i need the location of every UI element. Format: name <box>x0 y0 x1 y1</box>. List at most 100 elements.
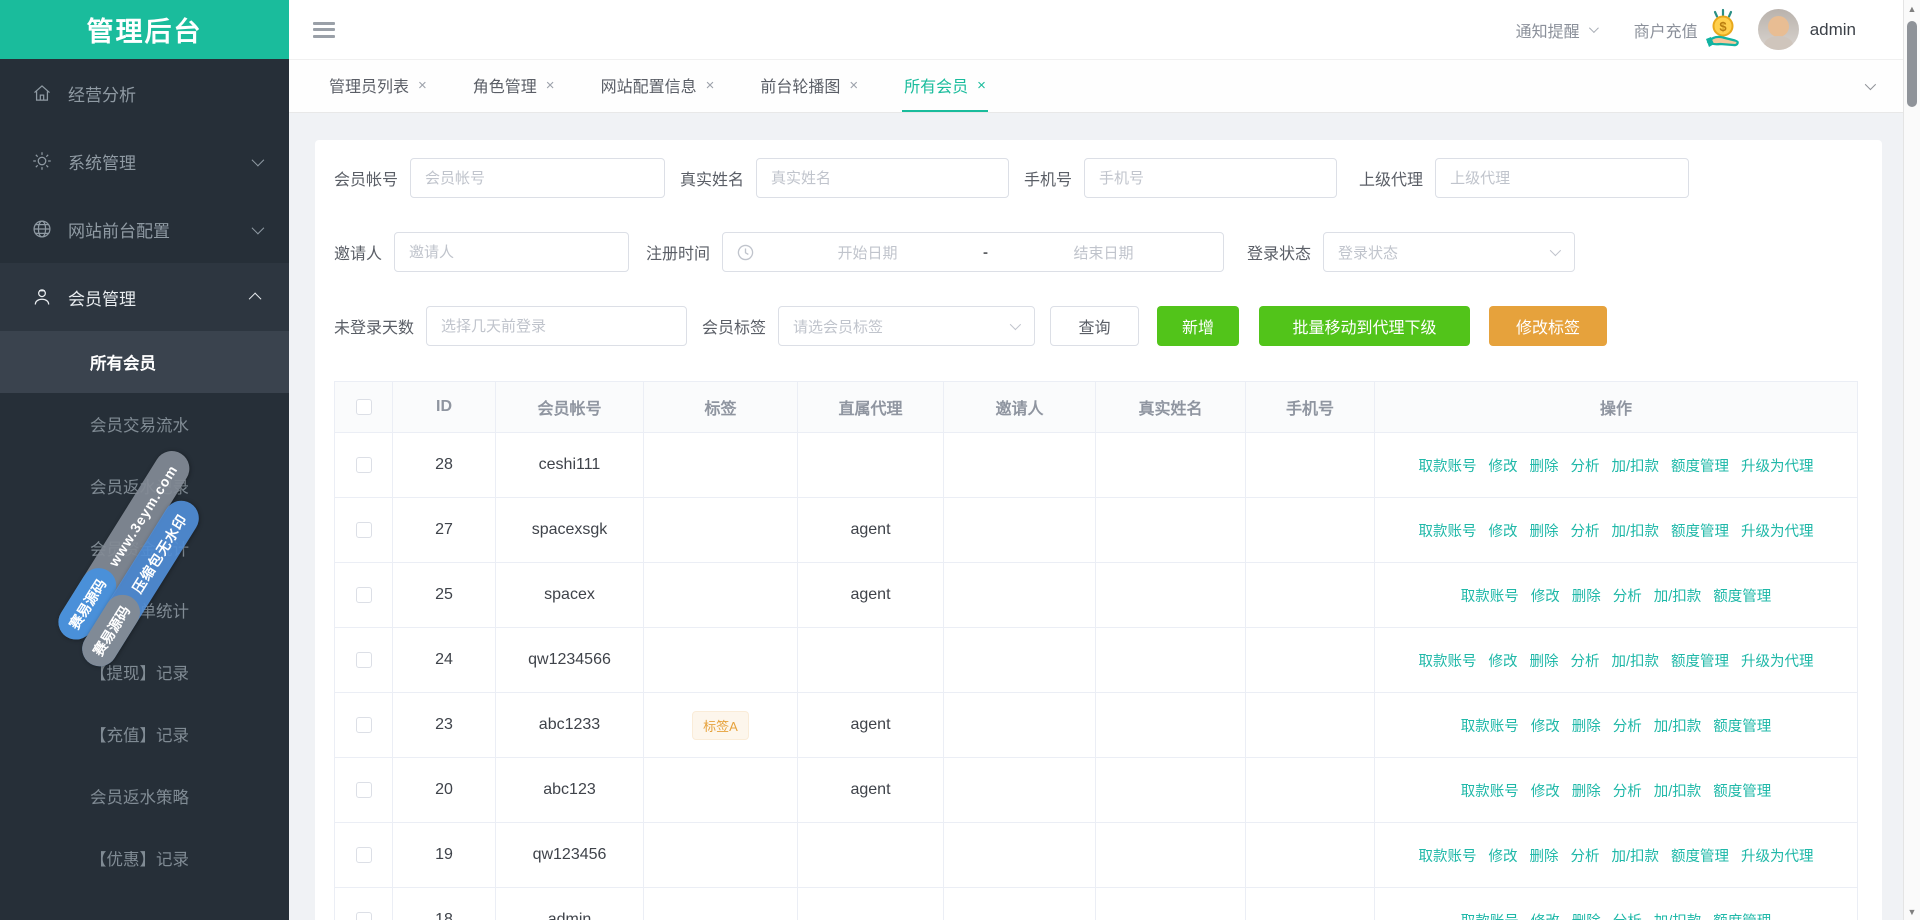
row-checkbox[interactable] <box>356 717 372 733</box>
row-action-link[interactable]: 加/扣款 <box>1611 654 1659 670</box>
row-action-link[interactable]: 加/扣款 <box>1654 784 1702 800</box>
sidebar-subitem[interactable]: 会员返水策略 <box>0 765 289 827</box>
row-action-link[interactable]: 分析 <box>1570 524 1599 540</box>
row-checkbox[interactable] <box>356 782 372 798</box>
real-name-input[interactable] <box>756 158 1009 198</box>
row-action-link[interactable]: 升级为代理 <box>1741 524 1814 540</box>
phone-input[interactable] <box>1084 158 1337 198</box>
row-action-link[interactable]: 额度管理 <box>1671 524 1729 540</box>
row-action-link[interactable]: 删除 <box>1529 654 1558 670</box>
sidebar-toggle-icon[interactable] <box>313 22 335 38</box>
row-action-link[interactable]: 取款账号 <box>1461 784 1519 800</box>
inviter-input[interactable] <box>394 232 629 272</box>
row-action-link[interactable]: 加/扣款 <box>1611 524 1659 540</box>
username-label[interactable]: admin <box>1810 20 1856 40</box>
parent-agent-input[interactable] <box>1435 158 1689 198</box>
row-action-link[interactable]: 额度管理 <box>1671 849 1729 865</box>
row-action-link[interactable]: 升级为代理 <box>1741 654 1814 670</box>
row-action-link[interactable]: 修改 <box>1488 524 1517 540</box>
row-action-link[interactable]: 升级为代理 <box>1741 459 1814 475</box>
row-checkbox[interactable] <box>356 457 372 473</box>
row-action-link[interactable]: 分析 <box>1570 459 1599 475</box>
member-tag-select[interactable]: 请选会员标签 <box>778 306 1035 346</box>
row-action-link[interactable]: 取款账号 <box>1418 459 1476 475</box>
sidebar-subitem[interactable]: 【充值】记录 <box>0 703 289 765</box>
row-checkbox[interactable] <box>356 912 372 920</box>
sidebar-subitem[interactable]: 会员交易流水 <box>0 393 289 455</box>
row-action-link[interactable]: 取款账号 <box>1461 914 1519 920</box>
row-action-link[interactable]: 加/扣款 <box>1611 459 1659 475</box>
row-action-link[interactable]: 额度管理 <box>1713 589 1771 605</box>
row-checkbox[interactable] <box>356 587 372 603</box>
notifications-dropdown[interactable]: 通知提醒 <box>1516 18 1596 42</box>
sidebar-item-site-frontend-config[interactable]: 网站前台配置 <box>0 195 289 263</box>
row-action-link[interactable]: 修改 <box>1531 719 1560 735</box>
row-checkbox[interactable] <box>356 847 372 863</box>
row-action-link[interactable]: 额度管理 <box>1671 654 1729 670</box>
sidebar-subitem[interactable]: 所有会员 <box>0 331 289 393</box>
row-action-link[interactable]: 取款账号 <box>1461 589 1519 605</box>
member-account-input[interactable] <box>410 158 665 198</box>
user-avatar[interactable] <box>1758 9 1799 50</box>
row-action-link[interactable]: 额度管理 <box>1713 914 1771 920</box>
register-time-range-input[interactable]: 开始日期 - 结束日期 <box>722 232 1224 272</box>
row-action-link[interactable]: 加/扣款 <box>1654 589 1702 605</box>
tab-item[interactable]: 管理员列表× <box>327 60 429 112</box>
tab-close-icon[interactable]: × <box>418 77 427 94</box>
row-action-link[interactable]: 分析 <box>1613 784 1642 800</box>
batch-move-button[interactable]: 批量移动到代理下级 <box>1259 306 1470 346</box>
tab-item[interactable]: 所有会员× <box>902 60 988 112</box>
scrollbar-up-arrow[interactable]: ▲ <box>1904 0 1920 17</box>
row-action-link[interactable]: 分析 <box>1613 589 1642 605</box>
row-checkbox[interactable] <box>356 652 372 668</box>
row-action-link[interactable]: 取款账号 <box>1418 849 1476 865</box>
row-action-link[interactable]: 额度管理 <box>1671 459 1729 475</box>
row-action-link[interactable]: 分析 <box>1613 719 1642 735</box>
row-action-link[interactable]: 修改 <box>1531 914 1560 920</box>
row-action-link[interactable]: 删除 <box>1529 524 1558 540</box>
row-action-link[interactable]: 升级为代理 <box>1741 849 1814 865</box>
edit-tag-button[interactable]: 修改标签 <box>1489 306 1607 346</box>
row-action-link[interactable]: 额度管理 <box>1713 784 1771 800</box>
merchant-recharge-button[interactable]: 商户充值 $ <box>1634 8 1744 52</box>
row-checkbox[interactable] <box>356 522 372 538</box>
tab-item[interactable]: 角色管理× <box>471 60 557 112</box>
row-action-link[interactable]: 取款账号 <box>1418 654 1476 670</box>
sidebar-item-business-analysis[interactable]: 经营分析 <box>0 59 289 127</box>
row-action-link[interactable]: 取款账号 <box>1418 524 1476 540</box>
row-action-link[interactable]: 修改 <box>1488 849 1517 865</box>
row-action-link[interactable]: 删除 <box>1572 589 1601 605</box>
row-action-link[interactable]: 删除 <box>1529 459 1558 475</box>
tab-close-icon[interactable]: × <box>706 77 715 94</box>
row-action-link[interactable]: 分析 <box>1570 654 1599 670</box>
tab-close-icon[interactable]: × <box>546 77 555 94</box>
row-action-link[interactable]: 分析 <box>1613 914 1642 920</box>
tab-item[interactable]: 网站配置信息× <box>599 60 717 112</box>
row-action-link[interactable]: 取款账号 <box>1461 719 1519 735</box>
row-action-link[interactable]: 删除 <box>1529 849 1558 865</box>
search-button[interactable]: 查询 <box>1050 306 1139 346</box>
row-action-link[interactable]: 修改 <box>1488 459 1517 475</box>
tab-close-icon[interactable]: × <box>977 77 986 94</box>
row-action-link[interactable]: 删除 <box>1572 784 1601 800</box>
row-action-link[interactable]: 修改 <box>1531 784 1560 800</box>
add-button[interactable]: 新增 <box>1157 306 1239 346</box>
row-action-link[interactable]: 修改 <box>1488 654 1517 670</box>
no-login-days-input[interactable] <box>426 306 687 346</box>
scrollbar-thumb[interactable] <box>1907 21 1917 107</box>
scrollbar-down-arrow[interactable]: ▼ <box>1904 903 1920 920</box>
row-action-link[interactable]: 额度管理 <box>1713 719 1771 735</box>
row-action-link[interactable]: 删除 <box>1572 719 1601 735</box>
tab-item[interactable]: 前台轮播图× <box>758 60 860 112</box>
sidebar-subitem[interactable]: 【优惠】记录 <box>0 827 289 889</box>
page-scrollbar[interactable]: ▲ ▼ <box>1903 0 1920 920</box>
row-action-link[interactable]: 加/扣款 <box>1654 719 1702 735</box>
row-action-link[interactable]: 删除 <box>1572 914 1601 920</box>
sidebar-subitem[interactable]: 【提现】记录 <box>0 641 289 703</box>
sidebar-item-member-management[interactable]: 会员管理 <box>0 263 289 331</box>
tab-overflow-button[interactable] <box>1849 60 1889 112</box>
row-action-link[interactable]: 加/扣款 <box>1654 914 1702 920</box>
select-all-checkbox[interactable] <box>356 399 372 415</box>
row-action-link[interactable]: 修改 <box>1531 589 1560 605</box>
sidebar-item-system-management[interactable]: 系统管理 <box>0 127 289 195</box>
